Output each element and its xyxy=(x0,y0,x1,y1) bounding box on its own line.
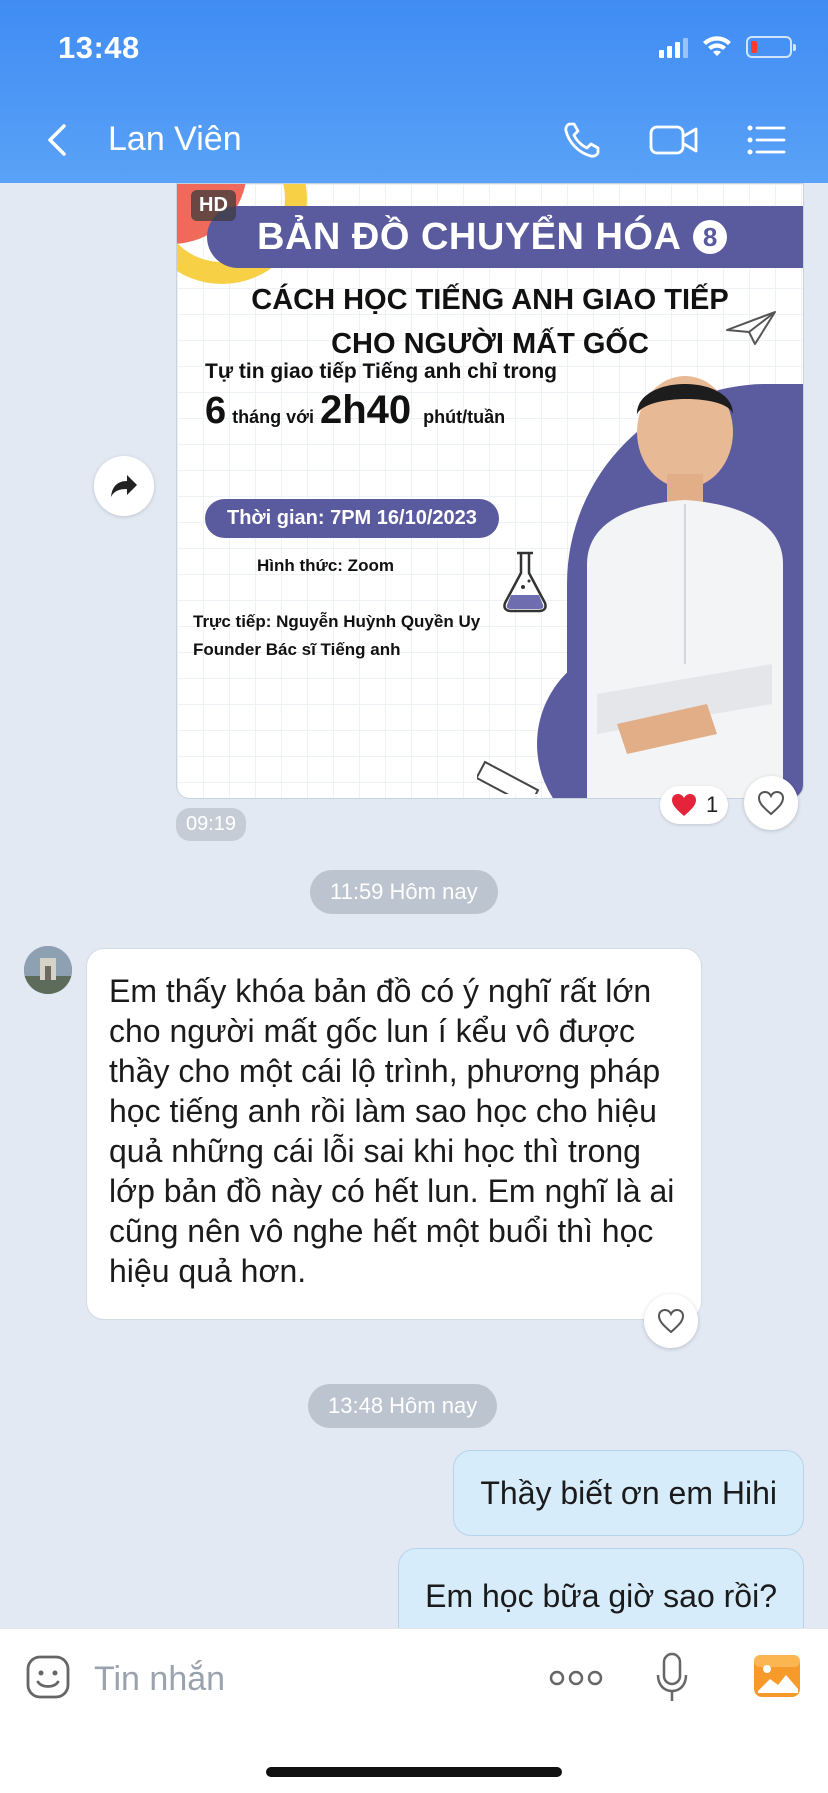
more-options-icon[interactable] xyxy=(548,1667,604,1689)
battery-icon xyxy=(746,36,796,58)
heart-outline-icon xyxy=(657,1308,685,1334)
like-button[interactable] xyxy=(644,1294,698,1348)
back-arrow-icon[interactable] xyxy=(42,122,74,158)
gallery-icon[interactable] xyxy=(752,1653,802,1699)
poster-title-number: 8 xyxy=(693,220,728,254)
poster-highlight: 6 tháng với 2h40 phút/tuần xyxy=(205,388,505,433)
poster-subtitle-line1: CÁCH HỌC TIẾNG ANH GIAO TIẾP xyxy=(251,284,729,316)
like-button[interactable] xyxy=(744,776,798,830)
phone-icon[interactable] xyxy=(560,118,604,162)
status-time: 13:48 xyxy=(58,30,140,65)
forward-button[interactable] xyxy=(94,456,154,516)
poster-format: Hình thức: Zoom xyxy=(257,556,394,575)
outgoing-message[interactable]: Thầy biết ơn em Hihi xyxy=(453,1450,804,1536)
message-input[interactable] xyxy=(94,1657,474,1701)
message-timestamp: 09:19 xyxy=(176,808,247,841)
poster-title: BẢN ĐỒ CHUYỂN HÓA 8 xyxy=(207,206,803,268)
microphone-icon[interactable] xyxy=(654,1651,690,1705)
heart-outline-icon xyxy=(757,790,785,816)
poster-months-text: tháng với xyxy=(232,407,314,427)
incoming-message[interactable]: Em thấy khóa bản đồ có ý nghĩ rất lớn ch… xyxy=(86,948,702,1320)
poster-subtitle-line2: CHO NGƯỜI MẤT GỐC xyxy=(331,328,649,360)
hd-badge: HD xyxy=(191,190,236,221)
home-indicator xyxy=(266,1767,562,1777)
poster-title-text: BẢN ĐỒ CHUYỂN HÓA xyxy=(257,215,682,258)
video-call-icon[interactable] xyxy=(648,118,700,162)
avatar-image xyxy=(24,946,72,994)
poster-time-pill: Thời gian: 7PM 16/10/2023 xyxy=(205,499,499,538)
red-heart-icon xyxy=(672,794,696,816)
status-icons xyxy=(659,36,796,58)
chat-header: 13:48 Lan Viên xyxy=(0,0,828,183)
date-divider: 11:59 Hôm nay xyxy=(310,870,498,914)
forward-arrow-icon xyxy=(111,475,137,497)
signal-icon xyxy=(659,36,688,58)
date-divider: 13:48 Hôm nay xyxy=(308,1384,498,1428)
flask-icon xyxy=(503,551,547,613)
image-message[interactable]: HD BẢN ĐỒ CHUYỂN HÓA 8 CÁCH HỌC TIẾNG AN… xyxy=(176,183,804,799)
sticker-icon[interactable] xyxy=(24,1653,72,1701)
reaction-count-pill[interactable]: 1 xyxy=(660,786,729,824)
poster-per-week-text: phút/tuần xyxy=(423,407,506,427)
poster-presenter-line2: Founder Bác sĩ Tiếng anh xyxy=(193,640,401,659)
avatar[interactable] xyxy=(24,946,72,994)
poster-number-6: 6 xyxy=(205,390,227,432)
menu-list-icon[interactable] xyxy=(744,118,788,162)
poster-tagline: Tự tin giao tiếp Tiếng anh chỉ trong xyxy=(205,360,557,383)
paper-plane-icon xyxy=(726,311,776,345)
presenter-photo xyxy=(587,376,783,798)
poster-duration: 2h40 xyxy=(319,388,412,432)
wifi-icon xyxy=(703,36,731,56)
contact-name[interactable]: Lan Viên xyxy=(108,120,242,159)
message-input-bar xyxy=(0,1628,828,1793)
poster-presenter-line1: Trực tiếp: Nguyễn Huỳnh Quyền Uy xyxy=(193,612,481,631)
ruler-icon xyxy=(477,760,540,794)
reaction-count: 1 xyxy=(706,792,719,817)
